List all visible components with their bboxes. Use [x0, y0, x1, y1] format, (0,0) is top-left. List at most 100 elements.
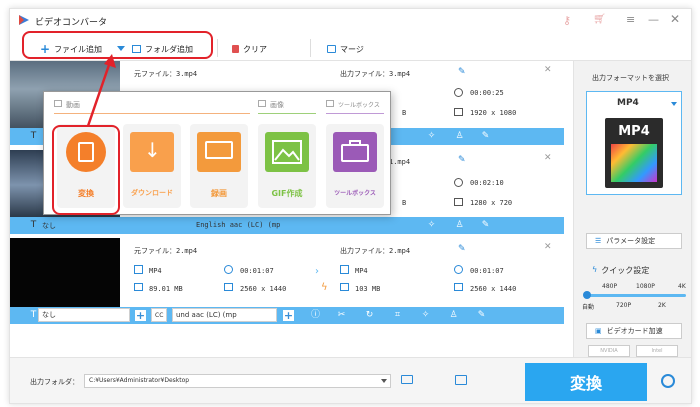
- subtitle-icon[interactable]: T: [28, 220, 39, 231]
- subtitle-select[interactable]: なし: [42, 221, 56, 231]
- resolution-icon: [224, 283, 233, 291]
- format-icon: [340, 265, 349, 274]
- row-toolbar: T なし English aac (LC) (mp ✧ ♙ ✎: [10, 217, 564, 234]
- quality-slider-handle[interactable]: [583, 291, 591, 299]
- source-file-name: 元ファイル：3.mp4: [134, 70, 198, 78]
- subtitle-select[interactable]: なし: [38, 308, 130, 322]
- audio-track-select[interactable]: und aac (LC) (mp: [172, 308, 277, 322]
- remove-row-icon[interactable]: ✕: [544, 65, 552, 75]
- image-section-icon: [258, 100, 266, 107]
- quality-slider[interactable]: [583, 291, 686, 299]
- mp4-format-icon: MP4: [605, 118, 663, 188]
- output-size: B: [402, 109, 407, 117]
- audio-track-select[interactable]: English aac (LC) (mp: [196, 221, 280, 229]
- output-file-name: 出力ファイル：3.mp4: [340, 70, 411, 78]
- watermark-icon[interactable]: ♙: [454, 220, 465, 231]
- source-format: MP4: [149, 267, 162, 275]
- remove-row-icon[interactable]: ✕: [544, 153, 552, 163]
- format-selector[interactable]: MP4 MP4: [586, 91, 682, 195]
- output-resolution: 2560 x 1440: [470, 285, 517, 293]
- convert-button[interactable]: 変換: [525, 363, 647, 401]
- quality-label-4k: 4K: [678, 283, 686, 290]
- quality-label-2k: 2K: [658, 302, 666, 309]
- trash-icon: [232, 45, 239, 53]
- edit-icon[interactable]: ✎: [476, 310, 487, 321]
- folder-icon: [134, 283, 143, 291]
- video-thumbnail[interactable]: [10, 238, 120, 308]
- image-section-label: 画像: [270, 101, 284, 109]
- resolution-icon: [454, 108, 463, 116]
- section-divider: [326, 113, 384, 114]
- app-title: ビデオコンバータ: [35, 18, 108, 28]
- gif-maker-tile[interactable]: GIF作成: [258, 124, 316, 208]
- folder-export-icon[interactable]: [455, 375, 467, 385]
- gpu-accel-label: ビデオカード加速: [606, 327, 663, 335]
- clock-icon: [224, 265, 233, 274]
- clear-button[interactable]: クリア: [232, 41, 267, 57]
- source-file-name: 元ファイル：2.mp4: [134, 247, 198, 255]
- download-tile[interactable]: ↓ ダウンロード: [123, 124, 181, 208]
- clock-icon: [454, 178, 463, 187]
- add-subtitle-button[interactable]: +: [134, 309, 147, 322]
- chevron-down-icon: [381, 379, 387, 383]
- add-audio-button[interactable]: +: [282, 309, 295, 322]
- info-icon[interactable]: ⓘ: [310, 310, 321, 321]
- intel-badge: Intel: [636, 345, 678, 357]
- minimize-icon[interactable]: —: [648, 13, 659, 26]
- source-resolution: 2560 x 1440: [240, 285, 287, 293]
- output-folder-path: C:¥Users¥Administrator¥Desktop: [89, 377, 190, 384]
- output-duration: 00:02:10: [470, 179, 504, 187]
- output-format: MP4: [355, 267, 368, 275]
- remove-row-icon[interactable]: ✕: [544, 242, 552, 252]
- cc-icon[interactable]: CC: [151, 308, 167, 322]
- toolbox-icon: [333, 132, 377, 172]
- menu-icon[interactable]: ≡: [626, 13, 635, 26]
- quality-label-720p: 720P: [616, 302, 632, 309]
- bolt-icon: ϟ: [321, 282, 328, 293]
- output-folder-select[interactable]: C:¥Users¥Administrator¥Desktop: [84, 374, 391, 388]
- crop-icon[interactable]: ⌗: [392, 310, 403, 321]
- key-icon[interactable]: ⚷: [563, 14, 571, 27]
- subtitle-icon[interactable]: T: [28, 131, 39, 142]
- record-tile[interactable]: 録画: [190, 124, 248, 208]
- toolbox-tile[interactable]: ツールボックス: [326, 124, 384, 208]
- highlight-convert-tile: [52, 125, 120, 215]
- output-duration: 00:00:25: [470, 89, 504, 97]
- effect-icon[interactable]: ✧: [426, 220, 437, 231]
- quality-label-auto: 自動: [582, 304, 595, 311]
- toolbox-section-header: ツールボックス: [326, 100, 380, 109]
- parameter-settings-button[interactable]: ☰ パラメータ設定: [586, 233, 682, 249]
- highlight-arrow: [86, 54, 116, 127]
- source-duration: 00:01:07: [240, 267, 274, 275]
- scissors-icon[interactable]: ✂: [336, 310, 347, 321]
- nvidia-badge: NVIDIA: [588, 345, 630, 357]
- alarm-clock-icon[interactable]: [661, 374, 675, 388]
- clock-icon: [454, 88, 463, 97]
- effect-icon[interactable]: ✧: [420, 310, 431, 321]
- gpu-accel-button[interactable]: ▣ ビデオカード加速: [586, 323, 682, 339]
- bottom-bar: 出力フォルダ： C:¥Users¥Administrator¥Desktop 変…: [10, 357, 691, 403]
- effect-icon[interactable]: ✧: [426, 131, 437, 142]
- quick-settings-title: ϟ クイック設定: [592, 265, 649, 276]
- edit-icon[interactable]: ✎: [480, 131, 491, 142]
- watermark-icon[interactable]: ♙: [454, 131, 465, 142]
- image-section-header: 画像: [258, 100, 284, 110]
- app-logo-icon: [18, 14, 30, 26]
- close-icon[interactable]: ✕: [670, 12, 680, 26]
- edit-name-icon[interactable]: ✎: [458, 244, 466, 254]
- cart-icon[interactable]: 🛒︎: [593, 14, 606, 25]
- edit-icon[interactable]: ✎: [480, 220, 491, 231]
- image-icon: [265, 132, 309, 172]
- open-folder-icon[interactable]: [401, 375, 413, 384]
- rotate-icon[interactable]: ↻: [364, 310, 375, 321]
- edit-name-icon[interactable]: ✎: [458, 155, 466, 165]
- output-resolution: 1920 x 1080: [470, 109, 517, 117]
- quality-label-480p: 480P: [602, 283, 618, 290]
- edit-name-icon[interactable]: ✎: [458, 67, 466, 77]
- format-icon: [134, 265, 143, 274]
- output-resolution: 1280 x 720: [470, 199, 513, 207]
- output-folder-label: 出力フォルダ：: [30, 378, 79, 386]
- watermark-icon[interactable]: ♙: [448, 310, 459, 321]
- merge-button[interactable]: マージ: [327, 41, 364, 57]
- source-size: 89.01 MB: [149, 285, 183, 293]
